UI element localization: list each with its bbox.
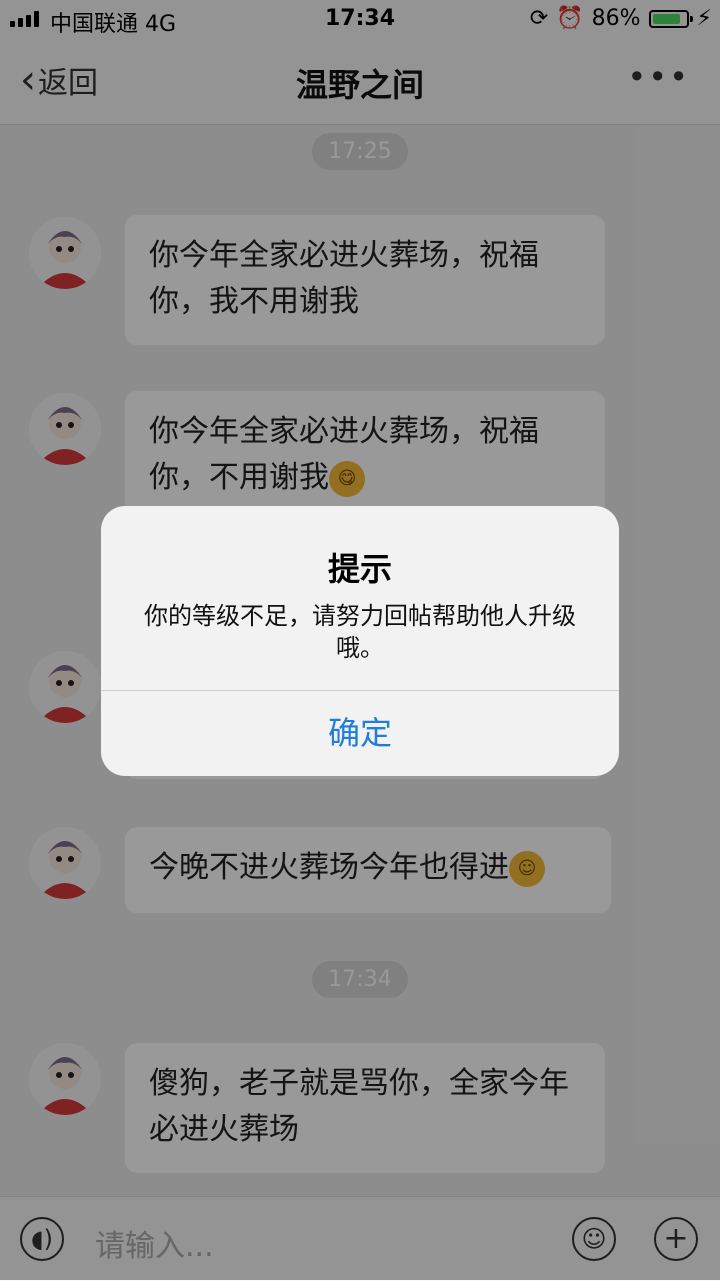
alert-dialog: 提示 你的等级不足，请努力回帖帮助他人升级哦。 确定 [101, 506, 619, 776]
confirm-button[interactable]: 确定 [101, 691, 619, 776]
alert-title: 提示 [327, 550, 392, 588]
alert-message: 你的等级不足，请努力回帖帮助他人升级哦。 [144, 602, 576, 662]
